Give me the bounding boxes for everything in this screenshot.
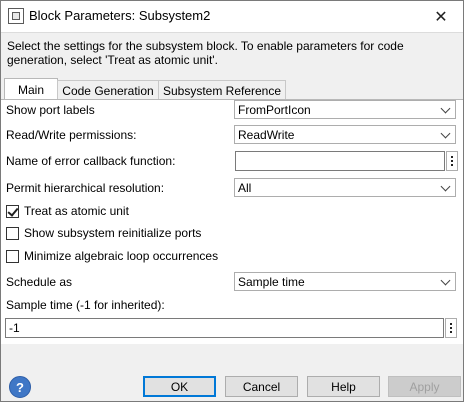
main-tab-panel: Show port labels FromPortIcon Read/Write… — [1, 99, 463, 345]
tab-code-generation[interactable]: Code Generation — [57, 80, 159, 100]
description-text: Select the settings for the subsystem bl… — [7, 39, 404, 67]
close-button[interactable]: ✕ — [419, 1, 463, 32]
read-write-select[interactable]: ReadWrite — [234, 125, 456, 144]
show-reinit-label: Show subsystem reinitialize ports — [24, 226, 202, 240]
show-reinit-checkbox[interactable] — [6, 227, 19, 240]
kebab-menu-icon[interactable] — [446, 151, 458, 171]
minimize-loops-checkbox[interactable] — [6, 250, 19, 263]
title-bar: Block Parameters: Subsystem2 ✕ — [1, 1, 463, 32]
sample-time-label: Sample time (-1 for inherited): — [6, 298, 165, 312]
chevron-down-icon — [440, 103, 451, 114]
button-bar: ? OK Cancel Help Apply — [1, 344, 463, 401]
help-button[interactable]: Help — [307, 376, 380, 397]
cancel-button[interactable]: Cancel — [225, 376, 298, 397]
error-callback-label: Name of error callback function: — [6, 154, 176, 168]
help-icon[interactable]: ? — [9, 376, 31, 398]
sample-time-input[interactable]: -1 — [5, 318, 444, 338]
chevron-down-icon — [440, 181, 451, 192]
block-parameters-icon — [8, 8, 24, 24]
hier-resolution-value: All — [238, 181, 252, 195]
description-area: Select the settings for the subsystem bl… — [1, 32, 463, 73]
schedule-as-select[interactable]: Sample time — [234, 272, 456, 291]
show-port-labels-label: Show port labels — [6, 103, 95, 117]
treat-atomic-checkbox[interactable] — [6, 205, 19, 218]
apply-button[interactable]: Apply — [388, 376, 461, 397]
tab-subsystem-reference[interactable]: Subsystem Reference — [158, 80, 286, 100]
ok-button[interactable]: OK — [143, 376, 216, 397]
tab-subsystem-reference-label: Subsystem Reference — [162, 83, 282, 98]
tab-main-label: Main — [17, 83, 44, 97]
kebab-menu-icon[interactable] — [445, 318, 457, 338]
read-write-value: ReadWrite — [238, 128, 295, 142]
schedule-as-label: Schedule as — [6, 275, 73, 289]
hier-resolution-select[interactable]: All — [234, 178, 456, 197]
window-title: Block Parameters: Subsystem2 — [29, 8, 211, 23]
tab-main[interactable]: Main — [4, 78, 58, 101]
error-callback-input[interactable] — [235, 151, 445, 171]
tab-code-generation-label: Code Generation — [62, 83, 154, 98]
show-port-labels-value: FromPortIcon — [238, 103, 311, 117]
chevron-down-icon — [440, 275, 451, 286]
chevron-down-icon — [440, 128, 451, 139]
schedule-as-value: Sample time — [238, 275, 305, 289]
treat-atomic-label: Treat as atomic unit — [24, 204, 129, 218]
close-icon: ✕ — [434, 8, 448, 26]
hier-resolution-label: Permit hierarchical resolution: — [6, 181, 165, 195]
minimize-loops-label: Minimize algebraic loop occurrences — [24, 249, 219, 263]
show-port-labels-select[interactable]: FromPortIcon — [234, 100, 456, 119]
read-write-label: Read/Write permissions: — [6, 128, 137, 142]
block-parameters-dialog: Block Parameters: Subsystem2 ✕ Select th… — [0, 0, 464, 402]
